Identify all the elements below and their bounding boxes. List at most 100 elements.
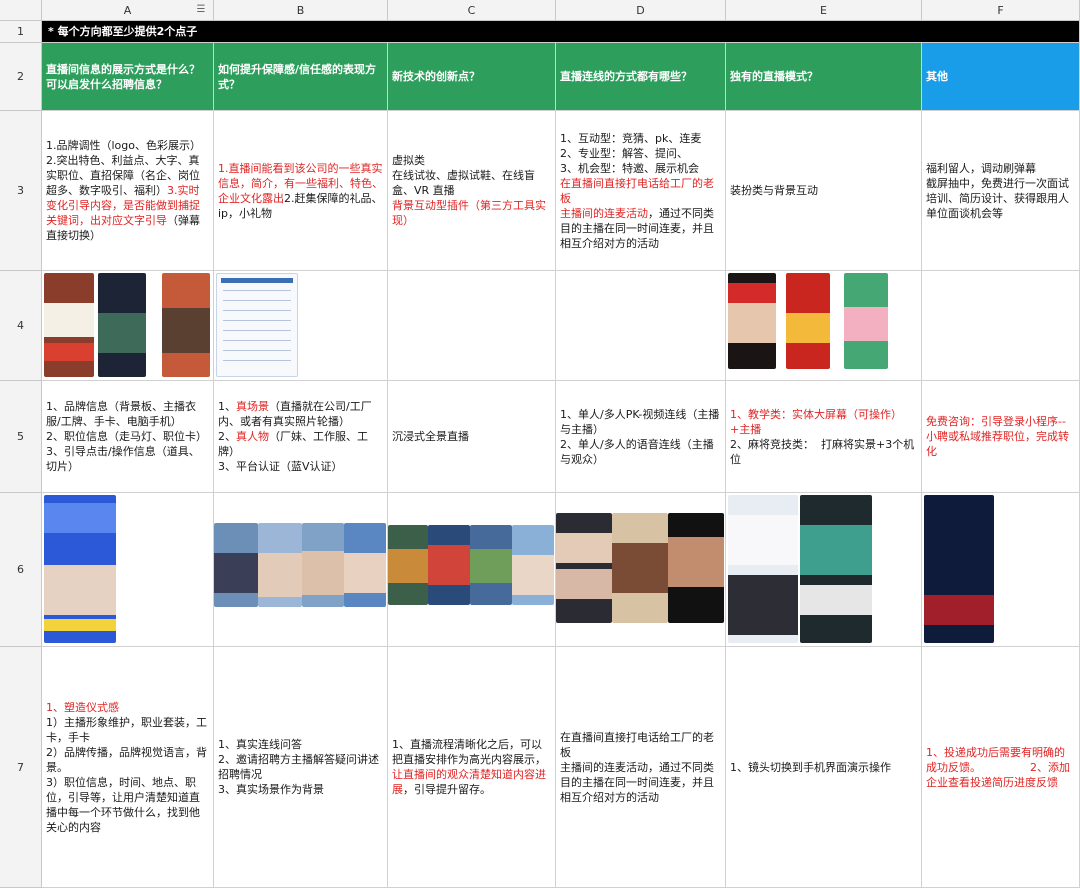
livestream-thumbnail[interactable] xyxy=(344,523,386,607)
cell-b4[interactable] xyxy=(214,271,388,381)
cell-c4[interactable] xyxy=(388,271,556,381)
cell-text-run: 装扮类与背景互动 xyxy=(730,184,818,197)
column-header-f[interactable]: F xyxy=(922,0,1080,21)
highlight-text: 1、投递成功后需要有明确的成功反馈。 2、添加企业查看投递简历进度反馈 xyxy=(926,745,1070,789)
highlight-text: 1、教学类：实体大屏幕（可操作）+主播 xyxy=(730,407,902,436)
column-label: A xyxy=(123,4,132,17)
cell-d4[interactable] xyxy=(556,271,726,381)
cell-a7[interactable]: 1、塑造仪式感 1）主播形象维护，职业套装，工卡，手卡 2）品牌传播，品牌视觉语… xyxy=(42,647,214,888)
row-header-4[interactable]: 4 xyxy=(0,271,42,381)
cell-c3[interactable]: 虚拟类 在线试妆、虚拟试鞋、在线盲盒、VR 直播 背景互动型插件（第三方工具实现… xyxy=(388,111,556,271)
livestream-thumbnail[interactable] xyxy=(800,495,872,643)
cell-c6[interactable] xyxy=(388,493,556,647)
livestream-thumbnail[interactable] xyxy=(470,525,512,605)
column-header-d[interactable]: D xyxy=(556,0,726,21)
cell-b6[interactable] xyxy=(214,493,388,647)
row-header-2[interactable]: 2 xyxy=(0,43,42,111)
cell-e3[interactable]: 装扮类与背景互动 xyxy=(726,111,922,271)
cell-e4[interactable] xyxy=(726,271,922,381)
cell-c7[interactable]: 1、直播流程清晰化之后，可以把直播安排作为高光内容展示，让直播间的观众清楚知道内… xyxy=(388,647,556,888)
cell-text-run: 1、直播流程清晰化之后，可以把直播安排作为高光内容展示， xyxy=(392,738,546,766)
cell-f4[interactable] xyxy=(922,271,1080,381)
row-header-1[interactable]: 1 xyxy=(0,21,42,43)
cell-a6[interactable] xyxy=(42,493,214,647)
header-cell-f[interactable]: 其他 xyxy=(922,43,1080,111)
cell-d6[interactable] xyxy=(556,493,726,647)
row-header-5[interactable]: 5 xyxy=(0,381,42,493)
livestream-thumbnail[interactable] xyxy=(162,273,210,377)
row-header-3[interactable]: 3 xyxy=(0,111,42,271)
livestream-thumbnail[interactable] xyxy=(512,525,554,605)
cell-d7[interactable]: 在直播间直接打电话给工厂的老板 主播间的连麦活动，通过不同类目的主播在同一时间连… xyxy=(556,647,726,888)
cell-a4[interactable] xyxy=(42,271,214,381)
livestream-thumbnail[interactable] xyxy=(44,273,94,377)
cell-f3[interactable]: 福利留人，调动刷弹幕 截屏抽中，免费进行一次面试培训、简历设计、获得跟用人单位面… xyxy=(922,111,1080,271)
livestream-thumbnail[interactable] xyxy=(844,273,888,369)
table-screenshot-thumbnail[interactable] xyxy=(216,273,298,377)
livestream-thumbnail[interactable] xyxy=(98,273,146,377)
livestream-thumbnail[interactable] xyxy=(728,273,776,369)
cell-text-run: 福利留人，调动刷弹幕 截屏抽中，免费进行一次面试培训、简历设计、获得跟用人单位面… xyxy=(926,161,1069,220)
header-cell-d[interactable]: 直播连线的方式都有哪些？ xyxy=(556,43,726,111)
column-header-b[interactable]: B xyxy=(214,0,388,21)
livestream-thumbnail[interactable] xyxy=(302,523,344,607)
column-header-c[interactable]: C xyxy=(388,0,556,21)
row-label: 6 xyxy=(17,563,24,576)
cell-text: 1、品牌信息（背景板、主播衣服/工牌、手卡、电脑手机） 2、职位信息（走马灯、职… xyxy=(46,399,209,474)
cell-a3[interactable]: 1.品牌调性（logo、色彩展示） 2.突出特色、利益点、大字、真实职位、直招保… xyxy=(42,111,214,271)
cell-e7[interactable]: 1、镜头切换到手机界面演示操作 xyxy=(726,647,922,888)
cell-text: 虚拟类 在线试妆、虚拟试鞋、在线盲盒、VR 直播 背景互动型插件（第三方工具实现… xyxy=(392,153,551,228)
filter-icon[interactable]: ☰ xyxy=(195,4,207,16)
cell-text: 1、镜头切换到手机界面演示操作 xyxy=(730,760,917,775)
cell-b5[interactable]: 1、真场景（直播就在公司/工厂内、或者有真实照片轮播） 2、真人物（厂妹、工作服… xyxy=(214,381,388,493)
cell-text: 1、真场景（直播就在公司/工厂内、或者有真实照片轮播） 2、真人物（厂妹、工作服… xyxy=(218,399,383,474)
livestream-thumbnail[interactable] xyxy=(214,523,258,607)
cell-f6[interactable] xyxy=(922,493,1080,647)
row-header-6[interactable]: 6 xyxy=(0,493,42,647)
column-label: C xyxy=(467,4,476,17)
livestream-thumbnail[interactable] xyxy=(388,525,428,605)
column-header-e[interactable]: E xyxy=(726,0,922,21)
livestream-thumbnail[interactable] xyxy=(44,495,116,643)
livestream-thumbnail[interactable] xyxy=(728,495,798,643)
cell-d3[interactable]: 1、互动型：竞猜、pk、连麦 2、专业型：解答、提问、 3、机会型：特邀、展示机… xyxy=(556,111,726,271)
cell-f7[interactable]: 1、投递成功后需要有明确的成功反馈。 2、添加企业查看投递简历进度反馈 xyxy=(922,647,1080,888)
column-header-a[interactable]: A ☰ xyxy=(42,0,214,21)
header-cell-a[interactable]: 直播间信息的展示方式是什么？可以启发什么招聘信息？ xyxy=(42,43,214,111)
livestream-thumbnail[interactable] xyxy=(668,513,724,623)
cell-e6[interactable] xyxy=(726,493,922,647)
cell-text: 装扮类与背景互动 xyxy=(730,183,917,198)
column-label: B xyxy=(296,4,305,17)
livestream-thumbnail[interactable] xyxy=(924,495,994,643)
cell-a5[interactable]: 1、品牌信息（背景板、主播衣服/工牌、手卡、电脑手机） 2、职位信息（走马灯、职… xyxy=(42,381,214,493)
cell-c5[interactable]: 沉浸式全景直播 xyxy=(388,381,556,493)
header-cell-c[interactable]: 新技术的创新点？ xyxy=(388,43,556,111)
cell-b3[interactable]: 1.直播间能看到该公司的一些真实信息，简介，有一些福利、特色、企业文化露出2.赶… xyxy=(214,111,388,271)
cell-text-run: ，引导提升留存。 xyxy=(403,783,491,796)
livestream-thumbnail[interactable] xyxy=(612,513,668,623)
cell-text: 1、投递成功后需要有明确的成功反馈。 2、添加企业查看投递简历进度反馈 xyxy=(926,745,1075,790)
cell-b7[interactable]: 1、真实连线问答 2、邀请招聘方主播解答疑问讲述招聘情况 3、真实场景作为背景 xyxy=(214,647,388,888)
header-cell-b[interactable]: 如何提升保障感/信任感的表现方式？ xyxy=(214,43,388,111)
spreadsheet: A ☰ B C D E F 1 2 3 4 5 6 7 * 每个方向都至少提供2… xyxy=(0,0,1080,888)
title-cell[interactable]: * 每个方向都至少提供2个点子 xyxy=(42,21,1080,43)
highlight-text: 真人物 xyxy=(236,430,269,443)
cell-text: 1、互动型：竞猜、pk、连麦 2、专业型：解答、提问、 3、机会型：特邀、展示机… xyxy=(560,131,721,251)
livestream-thumbnail[interactable] xyxy=(428,525,470,605)
cell-text: 1.直播间能看到该公司的一些真实信息，简介，有一些福利、特色、企业文化露出2.赶… xyxy=(218,161,383,221)
livestream-thumbnail[interactable] xyxy=(786,273,830,369)
header-text: 如何提升保障感/信任感的表现方式？ xyxy=(218,62,377,91)
cell-e5[interactable]: 1、教学类：实体大屏幕（可操作）+主播 2、麻将竞技类： 打麻将实景+3个机位 xyxy=(726,381,922,493)
livestream-thumbnail[interactable] xyxy=(258,523,302,607)
select-all-corner[interactable] xyxy=(0,0,42,21)
row-header-7[interactable]: 7 xyxy=(0,647,42,888)
header-text: 直播间信息的展示方式是什么？可以启发什么招聘信息？ xyxy=(46,62,200,91)
cell-f5[interactable]: 免费咨询：引导登录小程序--小聘或私域推荐职位，完成转化 xyxy=(922,381,1080,493)
cell-d5[interactable]: 1、单人/多人PK-视频连线（主播与主播） 2、单人/多人的语音连线（主播与观众… xyxy=(556,381,726,493)
livestream-thumbnail[interactable] xyxy=(556,513,612,623)
cell-text-run: 2、麻将竞技类： 打麻将实景+3个机位 xyxy=(730,437,915,466)
cell-text: 福利留人，调动刷弹幕 截屏抽中，免费进行一次面试培训、简历设计、获得跟用人单位面… xyxy=(926,161,1075,221)
cell-text-run: 在直播间直接打电话给工厂的老板 主播间的连麦活动，通过不同类目的主播在同一时间连… xyxy=(560,730,714,804)
column-label: D xyxy=(636,4,645,17)
header-cell-e[interactable]: 独有的直播模式？ xyxy=(726,43,922,111)
